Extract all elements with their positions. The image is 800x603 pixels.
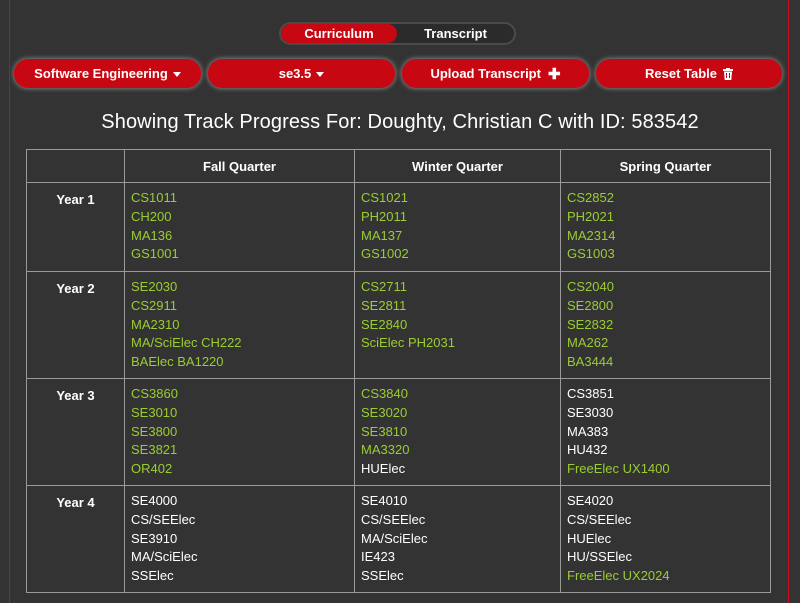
course-item: SE2811 <box>361 297 407 313</box>
course-item: CS/SEElec <box>567 511 632 527</box>
reset-table-button[interactable]: Reset Table <box>596 59 782 88</box>
version-dropdown-label: se3.5 <box>278 66 312 81</box>
course-item: MA/SciElec <box>131 549 198 565</box>
tab-transcript[interactable]: Transcript <box>397 24 514 43</box>
course-item: CS3860 <box>131 386 178 401</box>
course-item: SE3800 <box>131 423 178 439</box>
course-item: MA3320 <box>361 442 410 458</box>
course-item: SE3821 <box>131 442 178 458</box>
course-item: SE3020 <box>361 404 408 420</box>
course-item: SE2800 <box>567 297 614 313</box>
track-dropdown-button[interactable]: Software Engineering <box>14 59 201 88</box>
spring-quarter-header: Spring Quarter <box>560 149 771 183</box>
course-item: MA383 <box>567 423 609 439</box>
quarter-cell: CS2040 SE2800 SE2832 MA262 BA3444 <box>560 271 771 379</box>
quarter-cell: SE4000 CS/SEElec SE3910 MA/SciElec SSElec <box>124 485 355 593</box>
course-item: GS1002 <box>361 246 409 262</box>
reset-table-label: Reset Table <box>644 66 717 81</box>
course-item: MA/SciElec CH222 <box>131 335 242 351</box>
course-item: IE423 <box>361 549 395 565</box>
course-item: SE2832 <box>567 316 614 332</box>
corner-header <box>26 149 125 183</box>
upload-transcript-label: Upload Transcript <box>430 66 541 81</box>
quarter-cell: CS3851 SE3030 MA383 HU432 FreeElec UX1400 <box>560 378 771 486</box>
course-item: SE4000 <box>131 493 178 508</box>
view-toggle[interactable]: Curriculum Transcript <box>279 22 516 45</box>
course-item: SE3810 <box>361 423 408 439</box>
page-title: Showing Track Progress For: Doughty, Chr… <box>101 111 699 133</box>
course-item: MA2314 <box>567 227 616 243</box>
upload-transcript-button[interactable]: Upload Transcript ✚ <box>402 59 589 88</box>
progress-table: Fall Quarter Winter Quarter Spring Quart… <box>26 149 771 593</box>
course-item: OR402 <box>131 461 173 476</box>
year-label: Year 4 <box>26 485 125 593</box>
course-item: SE3010 <box>131 404 178 420</box>
table-header-row: Fall Quarter Winter Quarter Spring Quart… <box>26 149 771 183</box>
course-item: MA137 <box>361 227 403 243</box>
caret-down-icon <box>172 71 181 77</box>
course-item: HUElec <box>361 461 406 476</box>
course-item: SSElec <box>361 568 404 583</box>
table-row: Year 4 SE4000 CS/SEElec SE3910 MA/SciElec SSE… <box>26 485 771 593</box>
course-item: HUElec <box>567 530 612 546</box>
course-item: CS2911 <box>131 297 178 313</box>
course-item: CS2040 <box>567 279 614 294</box>
table-row: Year 3 CS3860 SE3010 SE3800 SE3821 OR402 CS384… <box>26 378 771 486</box>
course-item: GS1003 <box>567 246 615 262</box>
table-row: Year 1 CS1011 CH200 MA136 GS1001 CS1021 PH2011… <box>26 182 771 272</box>
trash-icon <box>723 67 733 80</box>
course-item: CS/SEElec <box>131 511 196 527</box>
course-item: CS1011 <box>131 190 178 205</box>
course-item: HU/SSElec <box>567 549 633 565</box>
course-item: BA3444 <box>567 354 614 369</box>
course-item: MA/SciElec <box>361 530 428 546</box>
course-item: CS3840 <box>361 386 408 401</box>
year-label: Year 1 <box>26 182 125 272</box>
course-item: MA2310 <box>131 316 180 332</box>
quarter-cell: CS1021 PH2011 MA137 GS1002 <box>354 182 561 272</box>
course-item: SE4020 <box>567 493 614 508</box>
table-row: Year 2 SE2030 CS2911 MA2310 MA/SciElec CH222… <box>26 271 771 379</box>
quarter-cell: SE2030 CS2911 MA2310 MA/SciElec CH222 BAElec… <box>124 271 355 379</box>
year-label: Year 3 <box>26 378 125 486</box>
course-item: FreeElec UX2024 <box>567 568 670 583</box>
caret-down-icon <box>316 71 325 77</box>
year-label: Year 2 <box>26 271 125 379</box>
course-item: SciElec PH2031 <box>361 335 455 351</box>
tab-curriculum[interactable]: Curriculum <box>281 24 397 43</box>
course-item: SE2030 <box>131 279 178 294</box>
course-item: MA136 <box>131 227 173 243</box>
course-item: CH200 <box>131 208 172 224</box>
quarter-cell: CS1011 CH200 MA136 GS1001 <box>124 182 355 272</box>
course-item: CS2852 <box>567 190 614 205</box>
course-item: CS/SEElec <box>361 511 426 527</box>
course-item: SE3030 <box>567 404 614 420</box>
course-item: SE4010 <box>361 493 408 508</box>
track-dropdown-label: Software Engineering <box>34 66 168 81</box>
quarter-cell: CS2711 SE2811 SE2840 SciElec PH2031 <box>354 271 561 379</box>
course-item: CS3851 <box>567 386 614 401</box>
course-item: CS1021 <box>361 190 408 205</box>
quarter-cell: CS3840 SE3020 SE3810 MA3320 HUElec <box>354 378 561 486</box>
course-item: CS2711 <box>361 279 408 294</box>
quarter-cell: SE4020 CS/SEElec HUElec HU/SSElec FreeElec U… <box>560 485 771 593</box>
plus-icon: ✚ <box>547 65 561 83</box>
quarter-cell: CS3860 SE3010 SE3800 SE3821 OR402 <box>124 378 355 486</box>
quarter-cell: CS2852 PH2021 MA2314 GS1003 <box>560 182 771 272</box>
course-item: BAElec BA1220 <box>131 354 224 369</box>
course-item: MA262 <box>567 335 609 351</box>
version-dropdown-button[interactable]: se3.5 <box>208 59 395 88</box>
fall-quarter-header: Fall Quarter <box>124 149 355 183</box>
course-item: HU432 <box>567 442 608 458</box>
course-item: PH2021 <box>567 208 614 224</box>
course-item: SE3910 <box>131 530 178 546</box>
quarter-cell: SE4010 CS/SEElec MA/SciElec IE423 SSElec <box>354 485 561 593</box>
course-item: SE2840 <box>361 316 408 332</box>
course-item: FreeElec UX1400 <box>567 461 670 476</box>
winter-quarter-header: Winter Quarter <box>354 149 561 183</box>
course-item: SSElec <box>131 568 174 583</box>
course-item: PH2011 <box>361 208 408 224</box>
course-item: GS1001 <box>131 246 179 262</box>
